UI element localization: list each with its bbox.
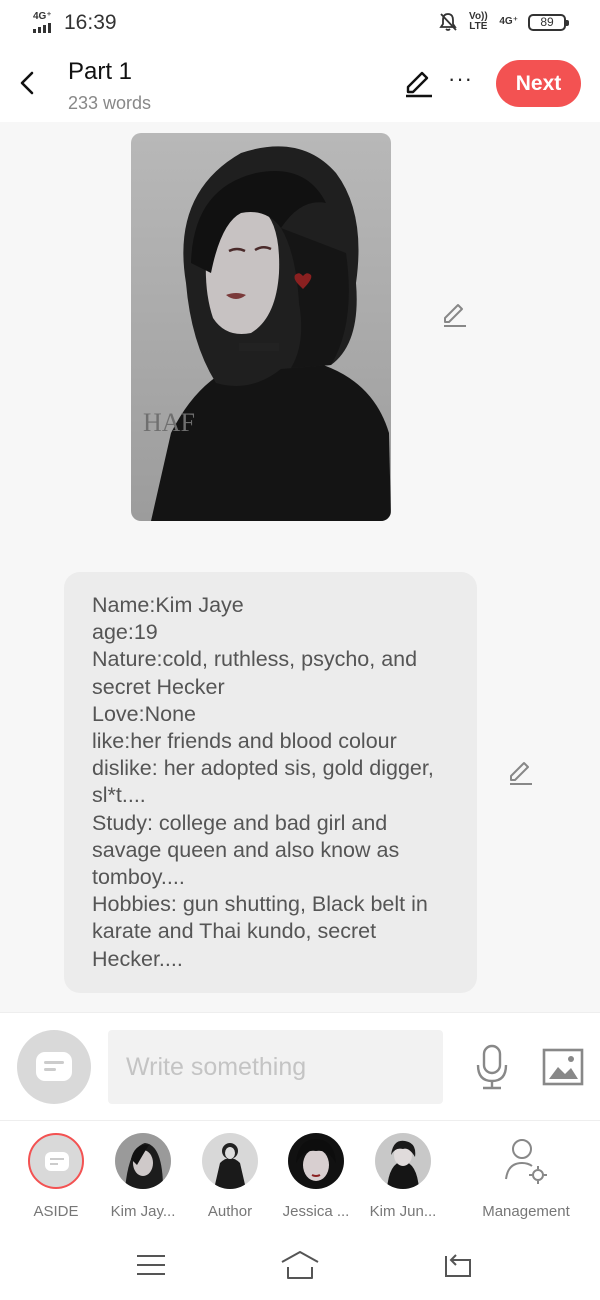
- story-text-line: Name:Kim Jaye: [92, 593, 244, 617]
- battery-level: 89: [540, 14, 554, 29]
- composer-bar: [0, 1012, 600, 1120]
- cover-image[interactable]: HAF: [131, 133, 391, 521]
- status-icons-right: Vo)) LTE 4G⁺ 89: [439, 11, 569, 32]
- character-label: Jessica ...: [282, 1203, 350, 1220]
- story-text-line: Nature:cold, ruthless, psycho, and secre…: [92, 647, 418, 699]
- avatar: [202, 1133, 258, 1189]
- story-text-line: dislike: her adopted sis, gold digger, s…: [92, 756, 434, 808]
- recent-apps-button[interactable]: [131, 1248, 171, 1282]
- aside-toggle-button[interactable]: [17, 1030, 91, 1104]
- write-something-input[interactable]: [108, 1030, 443, 1104]
- top-bar: Part 1 233 words ··· Next: [0, 46, 600, 122]
- character-label: Kim Jun...: [369, 1203, 437, 1220]
- girl-illustration: HAF: [143, 146, 391, 521]
- user-settings-icon: [505, 1139, 547, 1184]
- management-label: Management: [482, 1203, 570, 1220]
- battery-icon: 89: [528, 13, 569, 31]
- status-bar: 4G⁺ 16:39 Vo)) LTE 4G⁺ 89: [0, 0, 600, 46]
- character-label: ASIDE: [33, 1203, 79, 1220]
- management-button[interactable]: Management: [480, 1133, 572, 1220]
- story-text-line: age:19: [92, 620, 158, 645]
- volte-indicator: Vo)) LTE: [469, 11, 488, 32]
- pencil-icon: [444, 304, 466, 327]
- avatar: [115, 1133, 171, 1189]
- character-label: Kim Jay...: [110, 1203, 176, 1220]
- story-text-line: Study: college and bad girl and savage q…: [92, 810, 400, 890]
- bell-off-icon: [439, 13, 458, 31]
- edit-button[interactable]: [402, 68, 434, 100]
- aside-chat-icon: [28, 1133, 84, 1189]
- pencil-icon: [406, 71, 432, 98]
- cover-watermark: HAF: [143, 408, 195, 437]
- signal-strength-icon: [33, 23, 51, 33]
- home-button[interactable]: [280, 1248, 320, 1282]
- return-icon: [445, 1254, 471, 1277]
- voice-input-button[interactable]: [472, 1043, 512, 1091]
- character-label: Author: [207, 1203, 253, 1220]
- page-title: Part 1: [68, 58, 133, 85]
- character-kim-jun[interactable]: Kim Jun...: [358, 1133, 448, 1220]
- clock: 16:39: [64, 11, 117, 34]
- network-type-right: 4G⁺: [499, 16, 518, 27]
- edit-text-button[interactable]: [506, 758, 536, 788]
- back-nav-button[interactable]: [438, 1248, 478, 1282]
- story-content[interactable]: HAF Name:Kim Jaye age:19 Nature:cold, ru…: [0, 122, 600, 1012]
- character-jessica[interactable]: Jessica ...: [271, 1133, 361, 1220]
- avatar: [288, 1133, 344, 1189]
- network-type-left: 4G⁺: [33, 11, 52, 22]
- story-text-block[interactable]: Name:Kim Jaye age:19 Nature:cold, ruthle…: [64, 572, 477, 993]
- more-options-button[interactable]: ···: [448, 68, 476, 94]
- avatar: [375, 1133, 431, 1189]
- word-count: 233 words: [68, 93, 152, 113]
- story-text-line: Love:None: [92, 701, 196, 726]
- character-kim-jaye[interactable]: Kim Jay...: [98, 1133, 188, 1220]
- menu-icon: [137, 1255, 165, 1275]
- home-icon: [281, 1251, 319, 1279]
- next-button[interactable]: Next: [496, 60, 581, 107]
- chevron-left-icon: [20, 71, 34, 95]
- insert-image-button[interactable]: [541, 1047, 585, 1087]
- edit-image-button[interactable]: [440, 300, 470, 330]
- microphone-icon: [476, 1044, 508, 1090]
- back-button[interactable]: [14, 66, 44, 100]
- story-text-line: like:her friends and blood colour: [92, 729, 397, 754]
- character-aside[interactable]: ASIDE: [11, 1133, 101, 1220]
- image-icon: [542, 1048, 584, 1086]
- system-navigation-bar: [0, 1230, 600, 1300]
- character-author[interactable]: Author: [185, 1133, 275, 1220]
- pencil-icon: [510, 762, 532, 785]
- story-text-line: Hobbies: gun shutting, Black belt in kar…: [92, 892, 428, 971]
- character-selector: ASIDE Kim Jay... Author Jessica ... Kim …: [0, 1120, 600, 1230]
- chat-bubble-icon: [36, 1052, 72, 1081]
